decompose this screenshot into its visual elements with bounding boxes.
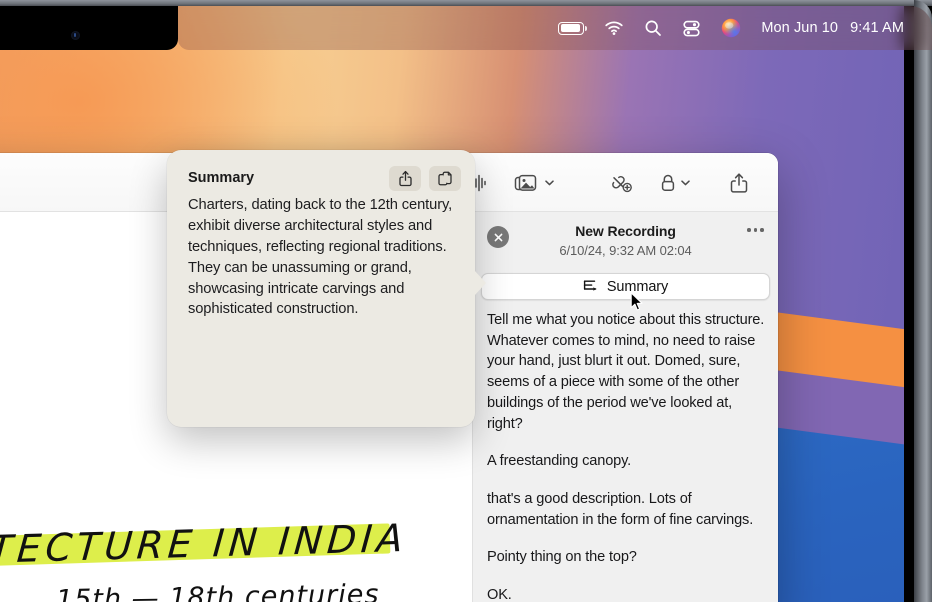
menu-bar: Mon Jun 10 9:41 AM <box>178 6 932 50</box>
dot <box>747 228 751 232</box>
summary-lines-icon <box>583 280 597 291</box>
recording-header: New Recording 6/10/24, 9:32 AM 02:04 <box>473 212 778 270</box>
recording-more-button[interactable] <box>747 228 764 232</box>
mouse-cursor <box>630 292 643 311</box>
dot <box>753 228 758 232</box>
toolbar-button-group <box>423 153 749 212</box>
siri-button[interactable] <box>721 6 741 50</box>
screen-root: ITECTURE IN INDIA 15th — 18th centuries … <box>0 0 932 602</box>
spotlight-search-button[interactable] <box>644 6 662 50</box>
menubar-date-label: Mon Jun 10 <box>761 20 839 36</box>
search-icon <box>645 20 662 36</box>
summary-popover-actions <box>389 165 461 191</box>
media-photos-icon <box>514 174 537 191</box>
control-center-button[interactable] <box>682 6 701 50</box>
lock-button[interactable] <box>660 173 690 193</box>
transcript-paragraph: Pointy thing on the top? <box>487 549 637 566</box>
summary-popover-header: Summary <box>188 164 461 192</box>
transcript-paragraph: OK. <box>487 587 512 602</box>
transcript-paragraph: Tell me what you notice about this struc… <box>487 312 765 432</box>
menubar-time-label: 9:41 AM <box>850 20 904 36</box>
recording-panel: New Recording 6/10/24, 9:32 AM 02:04 Sum… <box>472 212 778 602</box>
summary-popover-body: Charters, dating back to the 12th centur… <box>188 197 453 318</box>
link-add-icon <box>612 175 632 192</box>
summary-popover: Summary Charters, dating back to the 12t… <box>167 150 486 427</box>
summary-button[interactable]: Summary <box>481 273 770 300</box>
recording-meta: 6/10/24, 9:32 AM 02:04 <box>559 243 692 258</box>
link-add-button[interactable] <box>609 173 633 193</box>
bezel-right <box>914 0 932 602</box>
recording-title: New Recording <box>575 223 676 239</box>
transcript-list[interactable]: Tell me what you notice about this struc… <box>481 310 772 602</box>
wifi-icon <box>605 21 623 35</box>
chevron-down-icon <box>545 179 554 185</box>
chevron-down-icon <box>681 179 690 185</box>
dot <box>760 228 764 232</box>
camera-icon <box>71 31 80 40</box>
summary-popover-title: Summary <box>188 170 255 186</box>
menubar-date[interactable]: Mon Jun 10 <box>761 6 838 50</box>
share-icon <box>398 170 412 186</box>
transcript-paragraph: A freestanding canopy. <box>487 453 632 470</box>
summary-copy-button[interactable] <box>429 165 461 191</box>
wifi-button[interactable] <box>604 6 624 50</box>
handwriting-title: ITECTURE IN INDIA <box>0 515 410 573</box>
media-photos-button[interactable] <box>514 173 554 193</box>
share-icon <box>730 172 748 193</box>
battery-status[interactable] <box>558 6 588 50</box>
copy-icon <box>438 171 452 185</box>
handwriting-subtitle: 15th — 18th centuries <box>55 579 380 602</box>
share-button[interactable] <box>729 172 749 194</box>
summary-share-button[interactable] <box>389 165 421 191</box>
lock-icon <box>661 174 675 191</box>
menubar-clock[interactable]: 9:41 AM <box>850 6 904 50</box>
siri-icon <box>722 18 741 38</box>
transcript-paragraph: that's a good description. Lots of ornam… <box>487 491 754 528</box>
battery-icon <box>558 21 588 35</box>
display-notch <box>0 6 178 50</box>
control-center-icon <box>683 20 700 36</box>
